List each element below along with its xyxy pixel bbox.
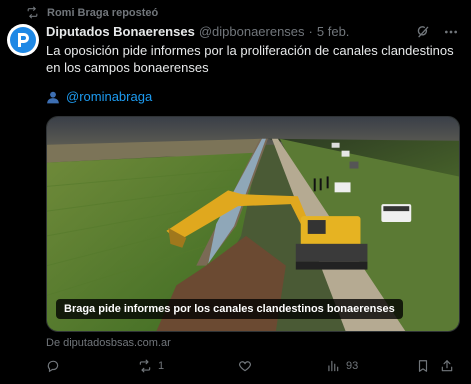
media-card[interactable]: Braga pide informes por los canales clan…: [46, 116, 460, 332]
bookmark-button[interactable]: [416, 359, 440, 373]
repost-icon: [139, 359, 151, 373]
link-source[interactable]: De diputadosbsas.com.ar: [46, 337, 171, 349]
reply-icon: [47, 360, 59, 373]
repost-indicator[interactable]: Romi Braga reposteó: [26, 6, 158, 19]
grok-icon[interactable]: [415, 24, 431, 40]
tweet-text: La oposición pide informes por la prolif…: [46, 43, 454, 75]
share-button[interactable]: [440, 359, 460, 373]
like-button[interactable]: [238, 359, 326, 373]
views-count: 93: [346, 360, 359, 372]
tweet-top-actions: [415, 24, 459, 40]
person-silhouette-icon: [47, 91, 59, 103]
media-caption: Braga pide informes por los canales clan…: [56, 299, 403, 319]
more-options-icon[interactable]: [443, 24, 459, 40]
heart-icon: [239, 361, 251, 372]
repost-button[interactable]: 1: [138, 359, 238, 373]
author-name[interactable]: Diputados Bonaerenses: [46, 24, 195, 39]
tweet-header: Diputados Bonaerenses @dipbonaerenses · …: [46, 24, 349, 39]
tweet-date[interactable]: 5 feb.: [317, 24, 350, 39]
diputados-logo-icon: [10, 27, 36, 53]
separator-dot: ·: [308, 24, 313, 39]
bookmark-icon: [418, 360, 428, 372]
mention-line: @rominabraga: [46, 89, 152, 104]
author-handle[interactable]: @dipbonaerenses: [199, 24, 305, 39]
repost-icon: [27, 6, 38, 19]
reply-button[interactable]: [46, 359, 138, 373]
share-icon: [441, 360, 453, 372]
avatar[interactable]: [7, 24, 39, 56]
repost-count: 1: [158, 360, 165, 372]
analytics-icon: [328, 360, 339, 372]
views-button[interactable]: 93: [326, 359, 416, 373]
tweet-actions: 1 93: [46, 359, 460, 373]
mention-link[interactable]: @rominabraga: [66, 89, 152, 104]
repost-label: Romi Braga reposteó: [47, 6, 159, 19]
